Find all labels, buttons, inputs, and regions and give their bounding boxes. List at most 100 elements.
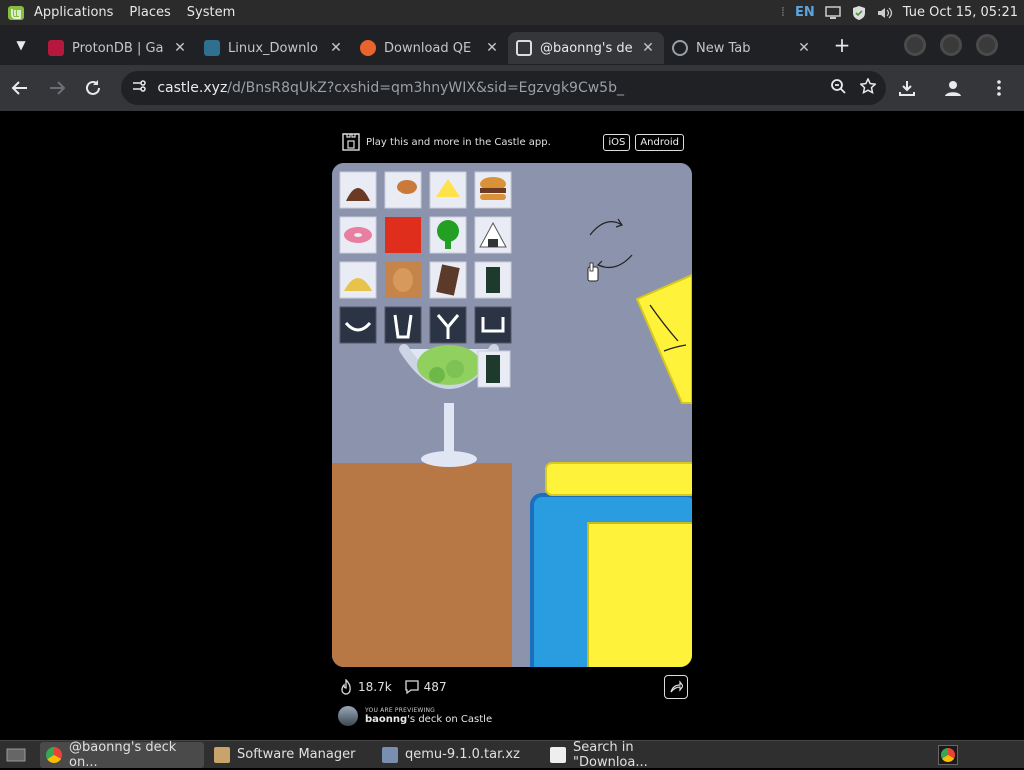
- desktop-icon: [6, 748, 26, 761]
- qemu-icon: [360, 40, 376, 56]
- tab-title: Linux_Downlo: [228, 40, 318, 56]
- tab-protondb[interactable]: ProtonDB | Ga ✕: [40, 32, 196, 64]
- taskbar-item-archive[interactable]: qemu-9.1.0.tar.xz: [376, 742, 540, 768]
- tray-separator: ⁞: [780, 5, 786, 20]
- android-button[interactable]: Android: [635, 133, 684, 151]
- os-top-panel: Applications Places System ⁞ EN Tue Oct …: [0, 0, 1024, 25]
- close-window-button[interactable]: [976, 34, 998, 56]
- tab-search-button[interactable]: ▼: [6, 30, 36, 60]
- site-info-icon[interactable]: [131, 79, 147, 97]
- globe-icon: [672, 40, 688, 56]
- taskbar-label: Software Manager: [237, 747, 356, 762]
- profile-icon: [945, 81, 961, 96]
- close-icon[interactable]: ✕: [484, 40, 500, 56]
- address-bar[interactable]: castle.xyz /d/BnsR8qUkZ?cxshid=qm3hnyWIX…: [121, 71, 886, 105]
- tab-castle-deck[interactable]: @baonng's de ✕: [508, 32, 664, 64]
- promo-text: Play this and more in the Castle app.: [366, 136, 551, 148]
- back-button[interactable]: [4, 71, 36, 105]
- comments-count: 487: [423, 680, 447, 694]
- new-tab-button[interactable]: +: [828, 31, 856, 59]
- archive-icon: [382, 746, 398, 763]
- search-document-icon: [550, 746, 566, 763]
- keyboard-layout-indicator[interactable]: EN: [795, 5, 815, 20]
- wooden-table: [332, 463, 512, 667]
- downloads-button[interactable]: [890, 71, 924, 105]
- browser-tab-strip: ▼ ProtonDB | Ga ✕ Linux_Downlo ✕ Downloa…: [0, 25, 1024, 65]
- taskbar-item-chrome[interactable]: @baonng's deck on...: [40, 739, 204, 770]
- clock[interactable]: Tue Oct 15, 05:21: [903, 5, 1018, 20]
- zoom-icon[interactable]: [830, 78, 846, 98]
- comment-icon: [405, 680, 419, 695]
- chrome-icon: [46, 746, 62, 763]
- share-icon: [670, 680, 683, 693]
- menu-places[interactable]: Places: [129, 5, 170, 20]
- close-icon[interactable]: ✕: [640, 40, 656, 56]
- reload-button[interactable]: [77, 71, 109, 105]
- yellow-top-block: [545, 462, 692, 496]
- volume-icon[interactable]: [877, 5, 893, 21]
- page-content: Play this and more in the Castle app. iO…: [0, 111, 1024, 740]
- minimize-button[interactable]: [904, 34, 926, 56]
- chevron-down-icon: ▼: [16, 38, 26, 52]
- avatar[interactable]: [338, 706, 358, 726]
- game-canvas[interactable]: [332, 163, 692, 667]
- url-path: /d/BnsR8qUkZ?cxshid=qm3hnyWIX&sid=Egzvgk…: [227, 80, 624, 96]
- close-icon[interactable]: ✕: [328, 40, 344, 56]
- plus-icon: +: [833, 33, 851, 57]
- forward-button[interactable]: [40, 71, 72, 105]
- protondb-icon: [48, 40, 64, 56]
- deck-owner-line[interactable]: baonng's deck on Castle: [365, 714, 492, 725]
- arrow-left-icon: [11, 81, 28, 95]
- ios-button[interactable]: iOS: [603, 133, 631, 151]
- tab-download-qemu[interactable]: Download QE ✕: [352, 32, 508, 64]
- browser-toolbar: castle.xyz /d/BnsR8qUkZ?cxshid=qm3hnyWIX…: [0, 65, 1024, 111]
- tab-linux-download[interactable]: Linux_Downlo ✕: [196, 32, 352, 64]
- taskbar-item-software-manager[interactable]: Software Manager: [208, 742, 372, 768]
- share-button[interactable]: [664, 675, 688, 699]
- flame-icon: [341, 679, 351, 695]
- likes-stat[interactable]: 18.7k: [338, 679, 392, 695]
- app-promo-bar: Play this and more in the Castle app. iO…: [342, 131, 684, 153]
- arrow-right-icon: [49, 81, 66, 95]
- url-host: castle.xyz: [157, 80, 228, 96]
- castle-icon: [516, 40, 532, 56]
- menu-applications[interactable]: Applications: [34, 5, 113, 20]
- tab-new-tab[interactable]: New Tab ✕: [664, 32, 820, 64]
- deck-suffix: 's deck on Castle: [407, 714, 493, 725]
- yellow-block: [587, 522, 692, 667]
- shield-icon[interactable]: [851, 5, 867, 21]
- tab-title: ProtonDB | Ga: [72, 40, 164, 56]
- download-icon: [899, 81, 915, 96]
- deck-owner-name[interactable]: baonng: [365, 714, 407, 725]
- deck-stats: 18.7k 487: [338, 674, 688, 700]
- taskbar-item-search[interactable]: Search in "Downloa...: [544, 739, 708, 770]
- item-bowl-cup: [339, 306, 377, 344]
- chrome-icon: [941, 747, 955, 762]
- item-red-card: [385, 217, 421, 253]
- close-icon[interactable]: ✕: [796, 40, 812, 56]
- castle-logo-icon: [342, 133, 360, 151]
- bookmark-star-icon[interactable]: [859, 77, 877, 98]
- software-manager-icon: [214, 746, 230, 763]
- network-icon[interactable]: [825, 5, 841, 21]
- tab-title: New Tab: [696, 40, 751, 56]
- tab-title: Download QE: [384, 40, 472, 56]
- maximize-button[interactable]: [940, 34, 962, 56]
- preview-info: YOU ARE PREVIEWING baonng's deck on Cast…: [338, 703, 688, 729]
- close-icon[interactable]: ✕: [172, 40, 188, 56]
- comments-stat[interactable]: 487: [404, 679, 447, 695]
- os-taskbar: @baonng's deck on... Software Manager qe…: [0, 739, 1024, 770]
- item-short-cup: [474, 306, 512, 344]
- menu-system[interactable]: System: [187, 5, 235, 20]
- kebab-menu-icon: [997, 80, 1001, 96]
- game-scene[interactable]: [332, 163, 692, 667]
- taskbar-label: qemu-9.1.0.tar.xz: [405, 747, 520, 762]
- taskbar-label: Search in "Downloa...: [573, 739, 648, 770]
- window-controls: [904, 34, 1024, 56]
- mint-menu-icon[interactable]: [6, 4, 26, 22]
- profile-button[interactable]: [936, 71, 970, 105]
- show-desktop-button[interactable]: [0, 742, 32, 768]
- taskbar-label: @baonng's deck on...: [69, 739, 177, 770]
- tray-chrome-icon[interactable]: [938, 744, 958, 765]
- browser-menu-button[interactable]: [982, 71, 1016, 105]
